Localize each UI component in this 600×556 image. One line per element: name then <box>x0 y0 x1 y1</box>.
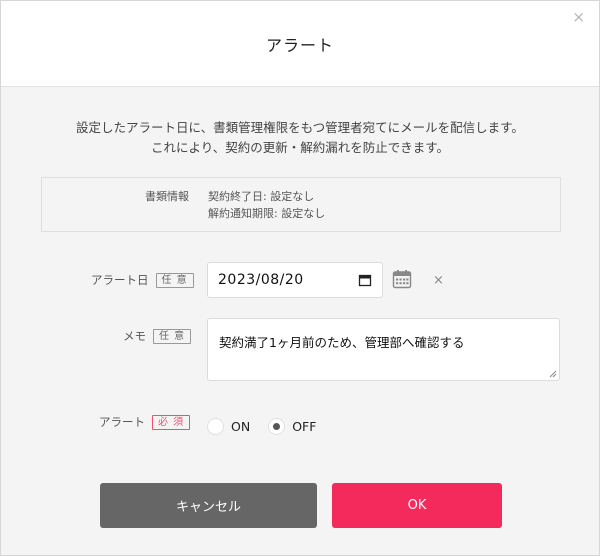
document-info-label: 書類情報 <box>145 190 189 203</box>
memo-textarea[interactable]: 契約満了1ヶ月前のため、管理部へ確認する <box>207 318 560 381</box>
dialog-description: 設定したアラート日に、書類管理権限をもつ管理者宛てにメールを配信します。 これに… <box>1 118 599 158</box>
optional-badge: 任 意 <box>153 328 192 344</box>
memo-value: 契約満了1ヶ月前のため、管理部へ確認する <box>219 335 465 350</box>
document-info-box: 書類情報 契約終了日: 設定なし 解約通知期限: 設定なし <box>41 177 561 232</box>
alert-date-input[interactable]: 2023/08/20 <box>207 262 383 298</box>
radio-off-label[interactable]: OFF <box>292 419 316 434</box>
alert-date-label: アラート日 <box>91 273 149 287</box>
radio-selected-dot <box>273 423 281 430</box>
dialog-title: アラート <box>265 35 334 55</box>
date-picker-icon[interactable] <box>358 273 372 287</box>
cancellation-notice-deadline: 解約通知期限: 設定なし <box>208 207 326 220</box>
document-info-values: 契約終了日: 設定なし 解約通知期限: 設定なし <box>208 188 325 222</box>
dialog-header: アラート × <box>1 1 599 87</box>
optional-badge: 任 意 <box>155 272 194 288</box>
alert-date-value: 2023/08/20 <box>218 272 304 288</box>
ok-button[interactable]: OK <box>332 483 502 528</box>
radio-on[interactable]: ON <box>207 418 250 435</box>
alert-dialog: アラート × 設定したアラート日に、書類管理権限をもつ管理者宛てにメールを配信し… <box>0 0 600 556</box>
radio-off[interactable]: OFF <box>268 418 316 435</box>
required-badge: 必 須 <box>152 414 191 430</box>
close-icon[interactable]: × <box>572 10 585 25</box>
contract-end-date: 契約終了日: 設定なし <box>208 190 315 203</box>
description-line-2: これにより、契約の更新・解約漏れを防止できます。 <box>150 140 449 155</box>
memo-label: メモ <box>123 329 146 343</box>
alert-toggle-label-group: アラート 必 須 <box>99 414 191 430</box>
alert-toggle-radio-group: ON OFF <box>207 418 334 435</box>
radio-on-circle[interactable] <box>207 418 224 435</box>
calendar-icon[interactable] <box>392 269 412 289</box>
alert-date-label-group: アラート日 任 意 <box>91 272 194 288</box>
cancel-button[interactable]: キャンセル <box>100 483 317 528</box>
alert-toggle-label: アラート <box>99 415 145 429</box>
memo-label-group: メモ 任 意 <box>123 328 192 344</box>
description-line-1: 設定したアラート日に、書類管理権限をもつ管理者宛てにメールを配信します。 <box>76 120 524 135</box>
clear-icon[interactable]: × <box>433 273 444 288</box>
radio-off-circle[interactable] <box>268 418 286 435</box>
resize-handle-icon[interactable] <box>549 370 557 378</box>
radio-on-label[interactable]: ON <box>231 419 250 434</box>
